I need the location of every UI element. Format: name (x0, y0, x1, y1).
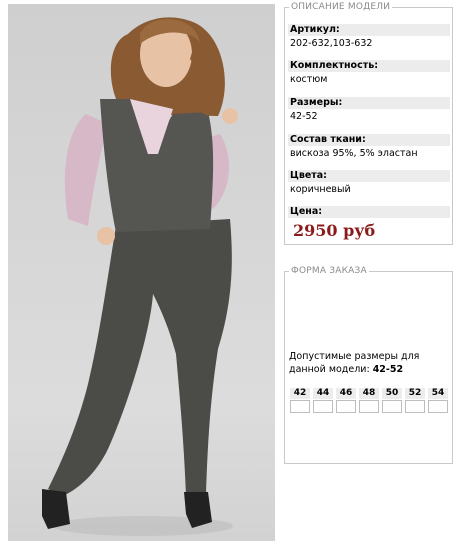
article-label: Артикул: (288, 24, 450, 36)
size-header-50: 50 (382, 388, 402, 399)
size-header-52: 52 (405, 388, 425, 399)
set-label: Комплектность: (288, 60, 450, 72)
order-form-panel: ФОРМА ЗАКАЗА Допустимые размеры для данн… (284, 265, 453, 464)
sizes-label: Размеры: (288, 97, 450, 109)
sizes-value: 42-52 (290, 111, 318, 122)
size-checkbox-50[interactable] (382, 400, 402, 413)
size-header-44: 44 (313, 388, 333, 399)
colors-label: Цвета: (288, 170, 450, 182)
price-value: 2950 руб (293, 221, 376, 240)
price-label: Цена: (288, 206, 450, 218)
product-photo (8, 4, 275, 541)
fabric-value: вискоза 95%, 5% эластан (290, 148, 418, 159)
article-value: 202-632,103-632 (290, 38, 373, 49)
size-checkbox-44[interactable] (313, 400, 333, 413)
size-checkbox-54[interactable] (428, 400, 448, 413)
set-value: костюм (290, 74, 328, 85)
size-header-46: 46 (336, 388, 356, 399)
fabric-label: Состав ткани: (288, 134, 450, 146)
size-checkbox-46[interactable] (336, 400, 356, 413)
model-illustration (42, 17, 238, 536)
size-header-42: 42 (290, 388, 310, 399)
size-header-54: 54 (428, 388, 448, 399)
allowed-sizes-note: Допустимые размеры для данной модели: 42… (289, 350, 449, 376)
size-header-48: 48 (359, 388, 379, 399)
order-form-legend: ФОРМА ЗАКАЗА (289, 265, 369, 277)
size-checkbox-42[interactable] (290, 400, 310, 413)
colors-value: коричневый (290, 184, 351, 195)
size-checkbox-52[interactable] (405, 400, 425, 413)
allowed-sizes-range: 42-52 (372, 364, 404, 375)
model-description-legend: ОПИСАНИЕ МОДЕЛИ (289, 1, 393, 13)
model-description-panel: ОПИСАНИЕ МОДЕЛИ Артикул: 202-632,103-632… (284, 1, 453, 245)
size-checkbox-48[interactable] (359, 400, 379, 413)
